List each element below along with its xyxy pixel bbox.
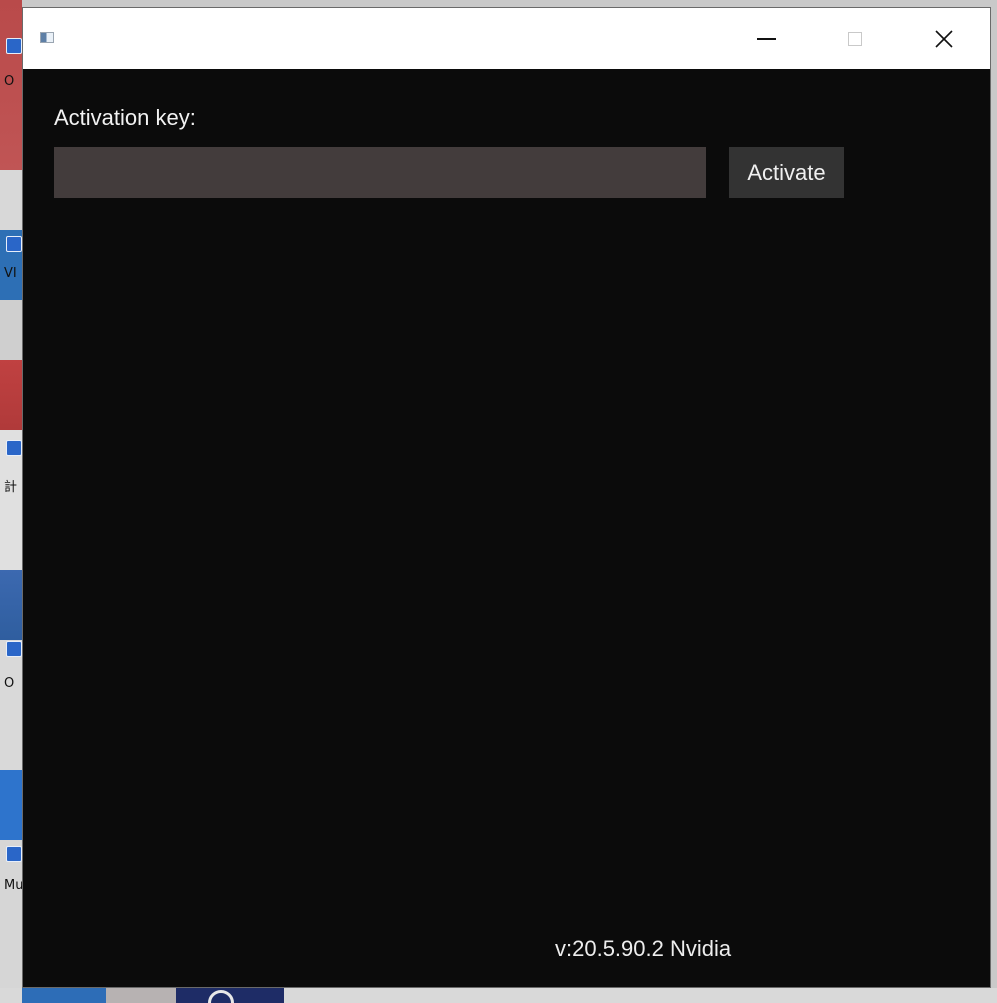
window-content: Activation key: Activate v:20.5.90.2 Nvi… [23, 69, 990, 988]
desktop-shortcut-icon[interactable] [6, 846, 22, 862]
version-label: v:20.5.90.2 Nvidia [555, 936, 732, 961]
close-icon [935, 29, 953, 48]
desktop-shortcut-label: VI [4, 266, 17, 281]
desktop-shortcut-label: O [4, 676, 15, 691]
activation-key-input[interactable] [54, 147, 706, 198]
minimize-icon [756, 37, 776, 40]
activate-button[interactable]: Activate [729, 147, 844, 198]
maximize-button[interactable] [832, 8, 878, 69]
desktop-shortcut-icon[interactable] [6, 236, 22, 252]
desktop-shortcut-icon[interactable] [6, 440, 22, 456]
title-bar[interactable] [23, 8, 990, 69]
desktop-shortcut-icon[interactable] [6, 38, 22, 54]
activation-window: Activation key: Activate v:20.5.90.2 Nvi… [22, 7, 991, 988]
taskbar-app-button[interactable] [106, 988, 176, 1003]
desktop-shortcut-label: Mu [4, 878, 22, 893]
close-button[interactable] [921, 8, 967, 69]
taskbar-app-button[interactable] [22, 988, 106, 1003]
desktop-shortcut-label: O [4, 74, 15, 89]
activation-key-label: Activation key: [54, 105, 196, 130]
desktop-shortcut-icon[interactable] [6, 641, 22, 657]
app-icon [40, 32, 54, 43]
minimize-button[interactable] [743, 8, 789, 69]
maximize-icon [848, 31, 862, 46]
desktop-shortcut-label: 計 [4, 480, 18, 495]
